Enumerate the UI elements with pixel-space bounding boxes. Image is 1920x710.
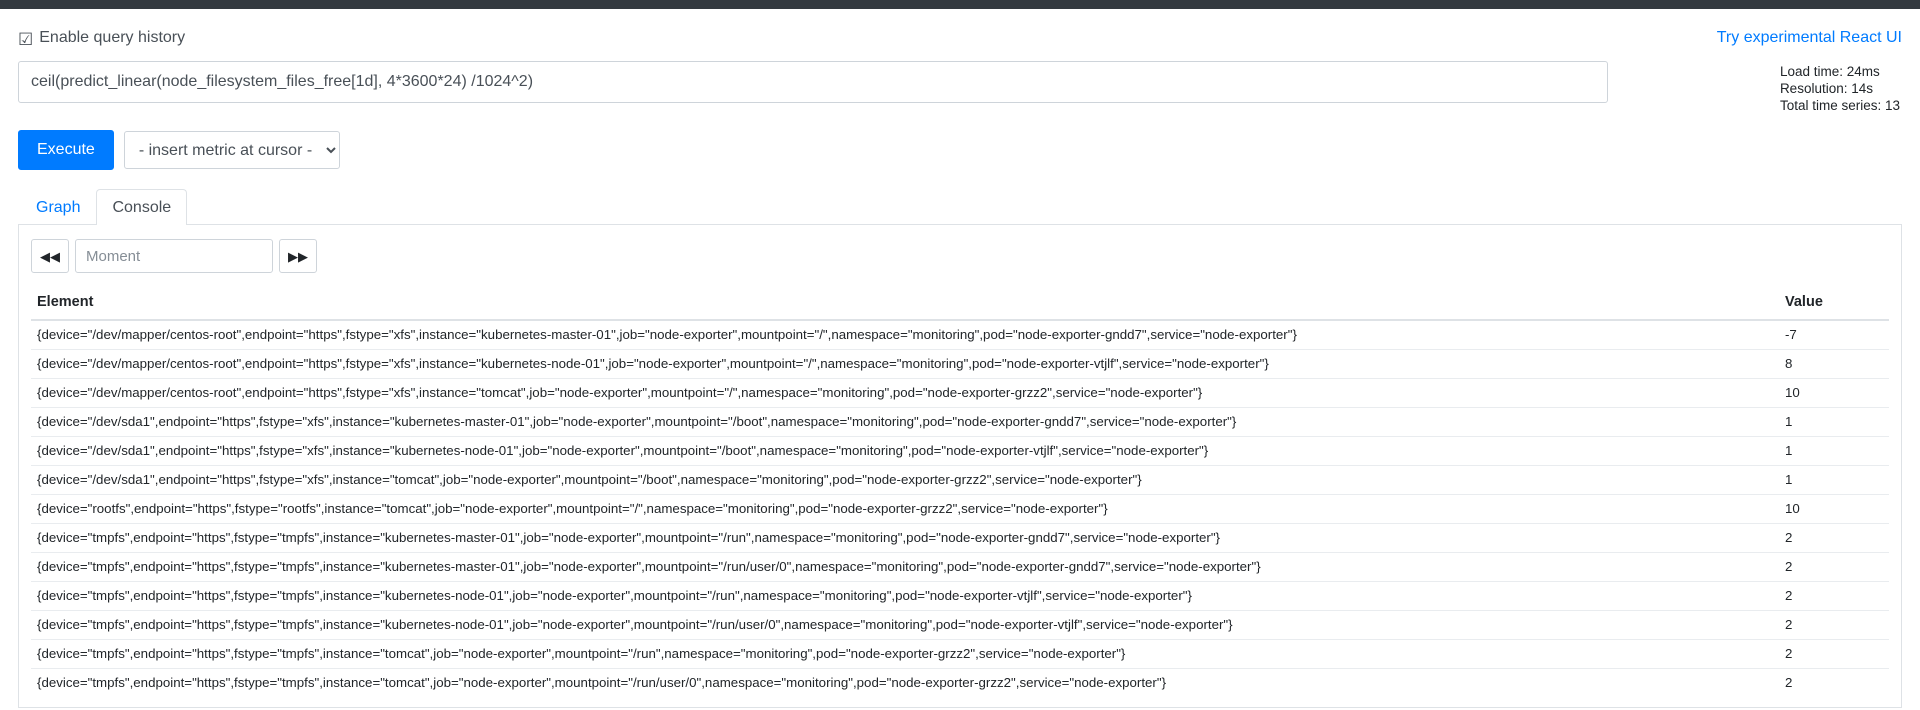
query-area: Load time: 24ms Resolution: 14s Total ti… <box>18 61 1902 114</box>
moment-input[interactable] <box>75 239 273 273</box>
cell-element: {device="tmpfs",endpoint="https",fstype=… <box>31 610 1779 640</box>
total-time-series-stat: Total time series: 13 <box>1779 98 1900 113</box>
step-backward-icon[interactable]: ◀◀ <box>31 239 69 273</box>
table-row: {device="/dev/sda1",endpoint="https",fst… <box>31 465 1889 495</box>
cell-value: 2 <box>1779 639 1889 669</box>
cell-value: 1 <box>1779 407 1889 437</box>
query-expression-input[interactable] <box>18 61 1608 103</box>
load-time-stat: Load time: 24ms <box>1779 64 1880 79</box>
enable-query-history-toggle[interactable]: ☑ Enable query history <box>18 29 186 48</box>
cell-value: 1 <box>1779 465 1889 495</box>
execute-row: Execute - insert metric at cursor - <box>18 130 1902 170</box>
table-row: {device="/dev/sda1",endpoint="https",fst… <box>31 407 1889 437</box>
table-row: {device="tmpfs",endpoint="https",fstype=… <box>31 610 1889 640</box>
cell-value: 2 <box>1779 610 1889 640</box>
table-row: {device="tmpfs",endpoint="https",fstype=… <box>31 523 1889 553</box>
cell-element: {device="/dev/sda1",endpoint="https",fst… <box>31 465 1779 495</box>
cell-element: {device="tmpfs",endpoint="https",fstype=… <box>31 552 1779 582</box>
cell-value: 2 <box>1779 552 1889 582</box>
moment-controls: ◀◀ ▶▶ <box>31 239 1889 273</box>
cell-element: {device="/dev/mapper/centos-root",endpoi… <box>37 327 1297 342</box>
tab-console[interactable]: Console <box>96 189 188 225</box>
table-row: {device="/dev/sda1",endpoint="https",fst… <box>31 436 1889 466</box>
cell-value: 2 <box>1779 523 1889 553</box>
table-row: {device="/dev/mapper/centos-root",endpoi… <box>31 349 1889 379</box>
cell-element: {device="/dev/sda1",endpoint="https",fst… <box>31 407 1779 437</box>
table-row: {device="/dev/mapper/centos-root",endpoi… <box>31 320 1889 350</box>
results-table-head: Element Value <box>31 287 1889 321</box>
result-tabs: Graph Console <box>18 189 1902 225</box>
cell-element: {device="tmpfs",endpoint="https",fstype=… <box>31 581 1779 611</box>
tab-graph[interactable]: Graph <box>20 189 96 225</box>
table-row: {device="tmpfs",endpoint="https",fstype=… <box>31 581 1889 611</box>
cell-element: {device="/dev/mapper/centos-root",endpoi… <box>31 349 1779 379</box>
table-row: {device="/dev/mapper/centos-root",endpoi… <box>31 378 1889 408</box>
results-table-body: {device="/dev/mapper/centos-root",endpoi… <box>31 320 1889 697</box>
cell-value: 2 <box>1779 668 1889 697</box>
table-row: {device="rootfs",endpoint="https",fstype… <box>31 494 1889 524</box>
step-forward-icon[interactable]: ▶▶ <box>279 239 317 273</box>
query-stats: Load time: 24ms Resolution: 14s Total ti… <box>1780 61 1902 114</box>
cell-element: {device="/dev/sda1",endpoint="https",fst… <box>31 436 1779 466</box>
table-row: {device="tmpfs",endpoint="https",fstype=… <box>31 639 1889 669</box>
top-row: ☑ Enable query history Try experimental … <box>18 9 1902 48</box>
resolution-stat: Resolution: 14s <box>1779 81 1873 96</box>
table-row: {device="tmpfs",endpoint="https",fstype=… <box>31 668 1889 697</box>
cell-value: 1 <box>1779 436 1889 466</box>
results-table: Element Value {device="/dev/mapper/cento… <box>31 287 1889 697</box>
checkbox-checked-icon[interactable]: ☑ <box>18 31 33 48</box>
table-row: {device="tmpfs",endpoint="https",fstype=… <box>31 552 1889 582</box>
query-input-wrapper <box>18 61 1608 108</box>
execute-button[interactable]: Execute <box>18 130 114 170</box>
cell-value: 8 <box>1779 349 1889 379</box>
cell-element: {device="tmpfs",endpoint="https",fstype=… <box>31 668 1779 697</box>
enable-query-history-label: Enable query history <box>39 29 186 46</box>
cell-element: {device="rootfs",endpoint="https",fstype… <box>31 494 1779 524</box>
console-panel: ◀◀ ▶▶ Element Value {device="/dev/mapper… <box>18 225 1902 708</box>
column-header-element: Element <box>31 287 1779 321</box>
column-header-value: Value <box>1779 287 1889 321</box>
table-header-row: Element Value <box>31 287 1889 321</box>
cell-value: 10 <box>1779 378 1889 408</box>
cell-element: {device="tmpfs",endpoint="https",fstype=… <box>31 639 1779 669</box>
try-react-ui-link[interactable]: Try experimental React UI <box>1717 29 1902 47</box>
insert-metric-select[interactable]: - insert metric at cursor - <box>123 131 340 169</box>
cell-value: 10 <box>1779 494 1889 524</box>
cell-value: 2 <box>1779 581 1889 611</box>
cell-element: {device="tmpfs",endpoint="https",fstype=… <box>31 523 1779 553</box>
cell-element: {device="/dev/mapper/centos-root",endpoi… <box>31 378 1779 408</box>
cell-value: -7 <box>1785 327 1797 342</box>
page-container: ☑ Enable query history Try experimental … <box>0 9 1920 710</box>
top-navbar <box>0 0 1920 9</box>
